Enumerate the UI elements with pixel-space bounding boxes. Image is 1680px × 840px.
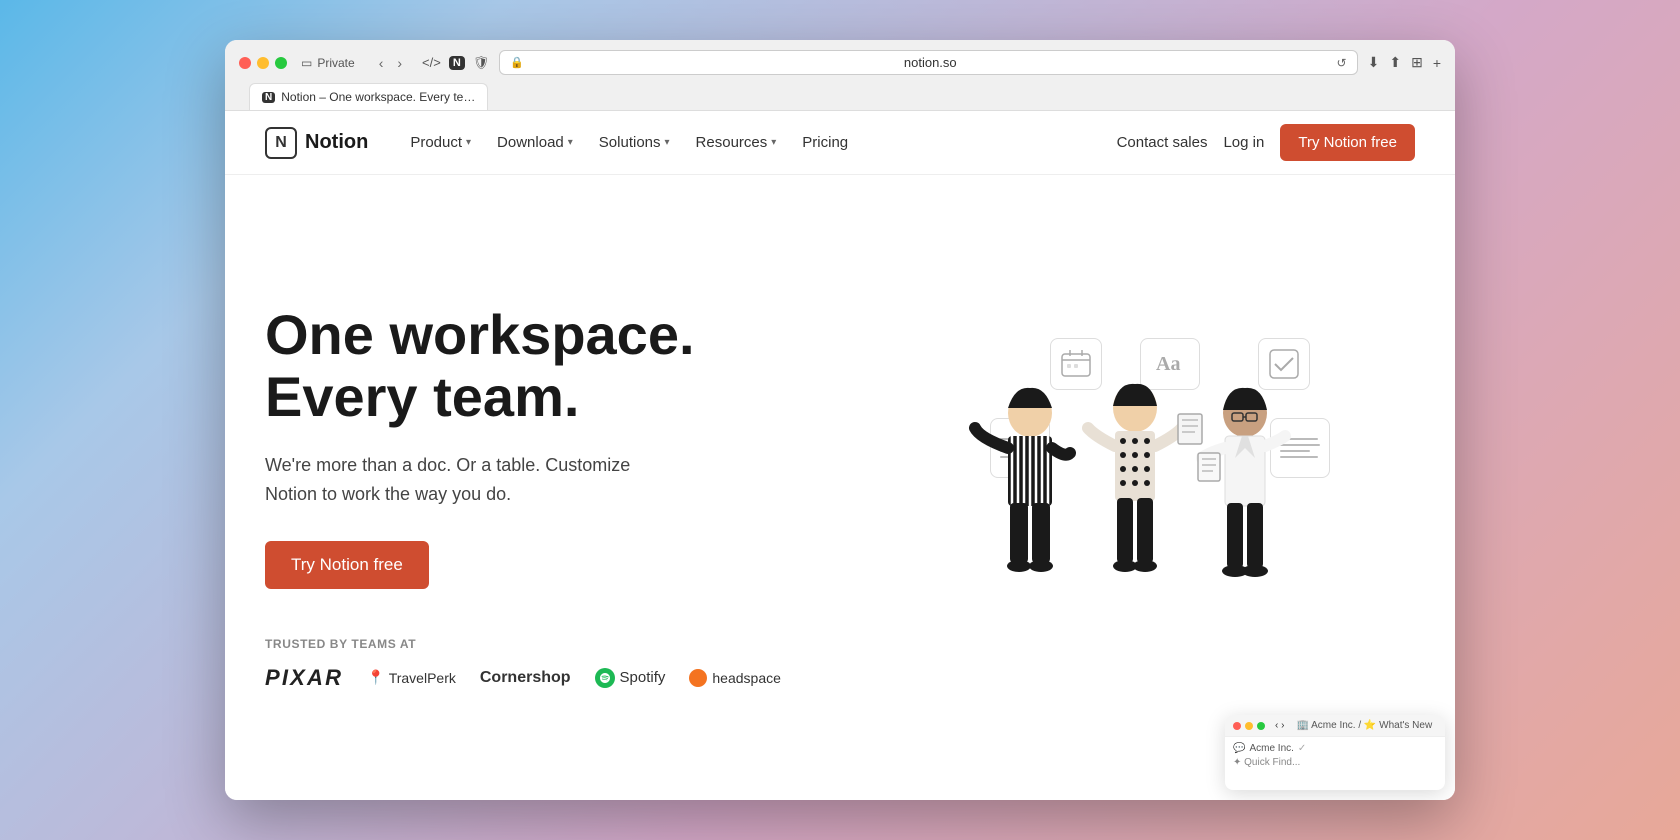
lock-icon: 🔒 xyxy=(510,56,524,69)
trusted-label: TRUSTED BY TEAMS AT xyxy=(265,637,865,651)
browser-window: ▭ Private ‹ › </> N 🛡 🔒 notion.so ↺ ⬇ ⬆ … xyxy=(225,40,1455,800)
navbar-right: Contact sales Log in Try Notion free xyxy=(1117,124,1415,161)
browser-chrome: ▭ Private ‹ › </> N 🛡 🔒 notion.so ↺ ⬇ ⬆ … xyxy=(225,40,1455,111)
nav-item-pricing[interactable]: Pricing xyxy=(790,126,860,159)
nav-item-solutions[interactable]: Solutions ▾ xyxy=(587,126,682,159)
travelperk-logo: 📍 TravelPerk xyxy=(367,669,456,686)
browser-tab[interactable]: N Notion – One workspace. Every te… xyxy=(249,83,488,110)
hero-title-line2: Every team. xyxy=(265,365,579,428)
address-bar[interactable]: 🔒 notion.so ↺ xyxy=(499,50,1357,75)
headspace-logo: headspace xyxy=(689,669,781,687)
hero-illustration: Aa xyxy=(865,308,1415,688)
toolbar-icons: </> N 🛡 xyxy=(422,55,489,71)
chevron-down-icon: ▾ xyxy=(568,137,573,148)
hero-subtitle: We're more than a doc. Or a table. Custo… xyxy=(265,451,685,509)
tab-label: Notion – One workspace. Every te… xyxy=(281,90,475,104)
browser-private-label: ▭ Private xyxy=(301,56,355,70)
chevron-down-icon: ▾ xyxy=(771,137,776,148)
grid-icon[interactable]: ⊞ xyxy=(1411,54,1423,71)
tab-bar: N Notion – One workspace. Every te… xyxy=(239,83,1441,110)
mini-nav-arrows: ‹ › xyxy=(1275,720,1284,731)
traffic-lights xyxy=(239,57,287,69)
nav-item-resources[interactable]: Resources ▾ xyxy=(684,126,789,159)
spotify-logo: Spotify xyxy=(595,668,666,688)
mini-app-window: ‹ › 🏢 Acme Inc. / ⭐ What's New 💬 Acme In… xyxy=(1225,715,1445,790)
headspace-icon xyxy=(689,669,707,687)
navbar-brand: Notion xyxy=(305,131,368,154)
notion-logo-icon: N xyxy=(265,127,297,159)
traffic-light-red[interactable] xyxy=(239,57,251,69)
cornershop-logo: Cornershop xyxy=(480,669,571,687)
back-button[interactable]: ‹ xyxy=(375,53,388,73)
hero-section: One workspace. Every team. We're more th… xyxy=(225,175,1455,800)
pixar-logo: PIXAR xyxy=(265,665,343,691)
navbar: N Notion Product ▾ Download ▾ Solutions … xyxy=(225,111,1455,175)
character-3 xyxy=(1198,387,1285,576)
traffic-light-yellow[interactable] xyxy=(257,57,269,69)
mini-breadcrumb: 🏢 Acme Inc. / ⭐ What's New xyxy=(1296,720,1432,731)
try-notion-free-button[interactable]: Try Notion free xyxy=(1280,124,1415,161)
page-content: N Notion Product ▾ Download ▾ Solutions … xyxy=(225,111,1455,800)
hero-left: One workspace. Every team. We're more th… xyxy=(265,304,865,691)
contact-sales-link[interactable]: Contact sales xyxy=(1117,134,1208,151)
notion-favicon: N xyxy=(449,56,465,70)
travelperk-icon: 📍 xyxy=(367,669,384,686)
hero-title: One workspace. Every team. xyxy=(265,304,865,427)
mini-titlebar: ‹ › 🏢 Acme Inc. / ⭐ What's New xyxy=(1225,715,1445,737)
browser-actions: ⬇ ⬆ ⊞ + xyxy=(1368,54,1441,71)
private-text: Private xyxy=(317,56,354,70)
traffic-light-green[interactable] xyxy=(275,57,287,69)
mini-tl-green xyxy=(1257,722,1265,730)
spotify-icon xyxy=(595,668,615,688)
nav-item-download[interactable]: Download ▾ xyxy=(485,126,585,159)
log-in-link[interactable]: Log in xyxy=(1223,134,1264,151)
navbar-nav: Product ▾ Download ▾ Solutions ▾ Resourc… xyxy=(398,126,860,159)
new-tab-icon[interactable]: + xyxy=(1433,55,1441,71)
forward-button[interactable]: › xyxy=(393,53,406,73)
tab-favicon: N xyxy=(262,92,275,103)
browser-nav: ‹ › xyxy=(375,53,406,73)
hero-cta-button[interactable]: Try Notion free xyxy=(265,541,429,589)
mini-window-content: 💬 Acme Inc. ✓ ✦ Quick Find... xyxy=(1225,737,1445,774)
mini-tl-yellow xyxy=(1245,722,1253,730)
mini-page-item: 💬 Acme Inc. ✓ xyxy=(1233,743,1437,754)
reload-icon[interactable]: ↺ xyxy=(1337,56,1347,70)
address-text: notion.so xyxy=(530,55,1331,70)
hero-title-line1: One workspace. xyxy=(265,303,695,366)
nav-item-product[interactable]: Product ▾ xyxy=(398,126,483,159)
navbar-logo[interactable]: N Notion xyxy=(265,127,368,159)
share-icon[interactable]: ⬆ xyxy=(1389,54,1401,71)
illustration-container: Aa xyxy=(930,318,1350,678)
shield-icon[interactable]: 🛡 xyxy=(473,55,490,71)
download-icon[interactable]: ⬇ xyxy=(1368,54,1380,71)
hero-characters-svg xyxy=(960,358,1340,678)
private-icon: ▭ xyxy=(301,56,312,70)
mini-tl-red xyxy=(1233,722,1241,730)
trusted-logos: PIXAR 📍 TravelPerk Cornershop Spotify xyxy=(265,665,865,691)
character-2 xyxy=(1088,383,1202,571)
browser-titlebar: ▭ Private ‹ › </> N 🛡 🔒 notion.so ↺ ⬇ ⬆ … xyxy=(239,50,1441,75)
character-1 xyxy=(975,387,1070,571)
chevron-down-icon: ▾ xyxy=(466,137,471,148)
mini-quick-find: ✦ Quick Find... xyxy=(1233,757,1437,768)
chevron-down-icon: ▾ xyxy=(665,137,670,148)
code-icon[interactable]: </> xyxy=(422,55,441,70)
